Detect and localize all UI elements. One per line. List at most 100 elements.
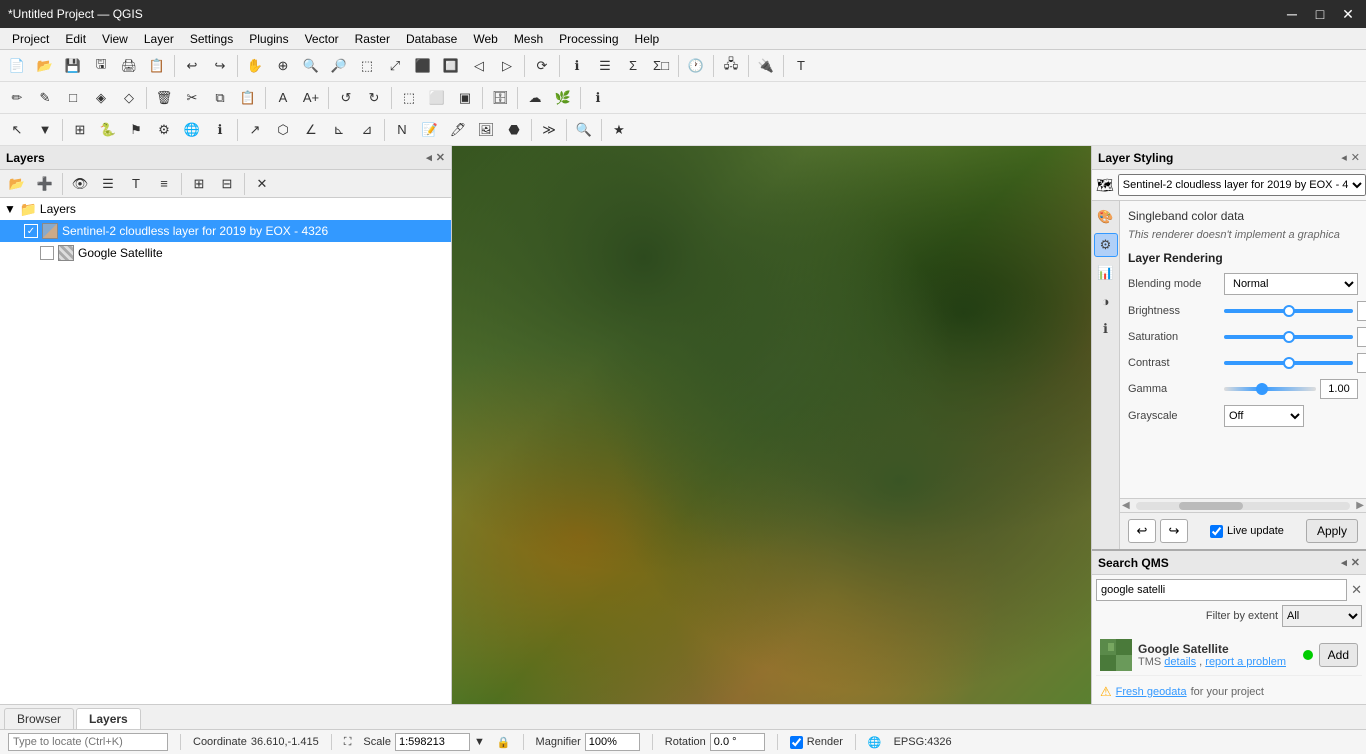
tab-browser[interactable]: Browser [4,708,74,729]
qms-add-button[interactable]: Add [1319,643,1358,667]
saturation-value[interactable] [1357,327,1366,347]
live-update-checkbox[interactable] [1210,525,1223,538]
cut-btn[interactable]: ✂ [179,85,205,111]
layer-google-satellite[interactable]: Google Satellite [0,242,451,264]
rotation-input[interactable] [710,733,765,751]
open-layer-file-button[interactable]: 📂 [4,171,30,197]
blending-mode-select[interactable]: Normal Multiply Screen [1224,273,1358,295]
brightness-slider[interactable] [1224,309,1353,313]
style-info-icon[interactable]: ℹ [1094,317,1118,341]
select-feature-btn[interactable]: ↖ [4,117,30,143]
html-anno-btn[interactable]: ⬣ [501,117,527,143]
filter-btn[interactable]: ⊞ [67,117,93,143]
select-btn[interactable]: □ [60,85,86,111]
search-qms-input[interactable] [1096,579,1347,601]
info-btn[interactable]: ℹ [585,85,611,111]
pan-button[interactable]: ✋ [242,53,268,79]
hscroll-left-button[interactable]: ◀ [1120,500,1132,511]
deselect-btn[interactable]: ⬜ [424,85,450,111]
more-btn[interactable]: ≫ [536,117,562,143]
vertex-btn[interactable]: ◇ [116,85,142,111]
style-paint-icon[interactable]: 🎨 [1094,205,1118,229]
qms-problem-link[interactable]: report a problem [1205,656,1286,668]
edit-btn[interactable]: ✎ [32,85,58,111]
toggle-visibility-button[interactable]: 👁 [67,171,93,197]
bookmark-btn[interactable]: ★ [606,117,632,143]
qms-details-link[interactable]: details [1164,656,1196,668]
save-as-button[interactable]: 🖫 [88,53,114,79]
measure-bearing-btn[interactable]: ⊾ [326,117,352,143]
close-button[interactable]: ✕ [1338,6,1358,23]
new-layer-btn[interactable]: ℹ [207,117,233,143]
map-tips-btn[interactable]: ⚑ [123,117,149,143]
fresh-geodata-link[interactable]: Fresh geodata [1116,686,1187,698]
locate-btn[interactable]: 🔍 [571,117,597,143]
styling-close-button[interactable]: ✕ [1351,151,1360,164]
print-manager-button[interactable]: 📋 [144,53,170,79]
layers-panel-collapse-button[interactable]: ◂ [426,151,432,164]
zoom-layer-button[interactable]: ⬛ [410,53,436,79]
layer-order-button[interactable]: ≡ [151,171,177,197]
menu-web[interactable]: Web [465,30,505,48]
refresh-button[interactable]: ⟳ [529,53,555,79]
zoom-full-button[interactable]: ⤢ [382,53,408,79]
undo-button[interactable]: ↩ [179,53,205,79]
menu-settings[interactable]: Settings [182,30,241,48]
remove-layer-button[interactable]: ✕ [249,171,275,197]
action-btn[interactable]: ⚙ [151,117,177,143]
apply-button[interactable]: Apply [1306,519,1358,543]
grayscale-select[interactable]: Off By lightness By luminosity By averag… [1224,405,1304,427]
contrast-value[interactable] [1357,353,1366,373]
feature-count-btn[interactable]: N [389,117,415,143]
search-qms-clear-button[interactable]: ✕ [1351,582,1362,598]
select-menu-btn[interactable]: ▼ [32,117,58,143]
select-rect-btn[interactable]: ▣ [452,85,478,111]
layer-group-layers[interactable]: ▼ 📁 Layers [0,198,451,220]
db-manager-btn[interactable]: 🗄 [487,85,513,111]
styling-layer-dropdown[interactable]: Sentinel-2 cloudless layer for 2019 by E… [1118,174,1366,196]
node-btn[interactable]: ◈ [88,85,114,111]
label2-btn[interactable]: A+ [298,85,324,111]
layers-panel-close-button[interactable]: ✕ [436,151,445,164]
text-button[interactable]: T [788,53,814,79]
search-qms-close-button[interactable]: ✕ [1351,556,1360,569]
zoom-next-button[interactable]: ▷ [494,53,520,79]
statistics-button[interactable]: Σ [620,53,646,79]
paste-btn[interactable]: 📋 [235,85,261,111]
hscroll-right-button[interactable]: ▶ [1354,500,1366,511]
digitize-btn[interactable]: ✏ [4,85,30,111]
brightness-value[interactable] [1357,301,1366,321]
contrast-slider[interactable] [1224,361,1353,365]
layer-sentinel2[interactable]: ✓ Sentinel-2 cloudless layer for 2019 by… [0,220,451,242]
measure-btn[interactable]: ↗ [242,117,268,143]
style-transparency-icon[interactable]: ◑ [1094,289,1118,313]
menu-database[interactable]: Database [398,30,465,48]
zoom-in-button[interactable]: 🔍 [298,53,324,79]
locate-input[interactable] [8,733,168,751]
measure-angle-btn[interactable]: ∠ [298,117,324,143]
filter-layers-button[interactable]: ☰ [95,171,121,197]
style-render-icon[interactable]: ⚙ [1094,233,1118,257]
identify-button[interactable]: ℹ [564,53,590,79]
save-project-button[interactable]: 💾 [60,53,86,79]
measure-area-btn[interactable]: ⬡ [270,117,296,143]
menu-processing[interactable]: Processing [551,30,626,48]
qgis-server-button[interactable]: 🖧 [718,53,744,79]
render-checkbox[interactable] [790,736,803,749]
menu-plugins[interactable]: Plugins [241,30,296,48]
zoom-last-button[interactable]: ◁ [466,53,492,79]
scale-dropdown-btn[interactable]: ▼ [474,736,485,748]
qgis-cloud-btn[interactable]: ☁ [522,85,548,111]
annotation-btn[interactable]: 📝 [417,117,443,143]
gamma-value[interactable] [1320,379,1358,399]
open-project-button[interactable]: 📂 [32,53,58,79]
style-undo-button[interactable]: ↩ [1128,519,1156,543]
pan-to-selection-button[interactable]: ⊕ [270,53,296,79]
label-btn[interactable]: A [270,85,296,111]
new-project-button[interactable]: 📄 [4,53,30,79]
delete-btn[interactable]: 🗑 [151,85,177,111]
styling-collapse-button[interactable]: ◂ [1341,151,1347,164]
open-layer-btn[interactable]: 🌐 [179,117,205,143]
expand-all-button[interactable]: ⊞ [186,171,212,197]
form-anno-btn[interactable]: 🖊 [445,117,471,143]
